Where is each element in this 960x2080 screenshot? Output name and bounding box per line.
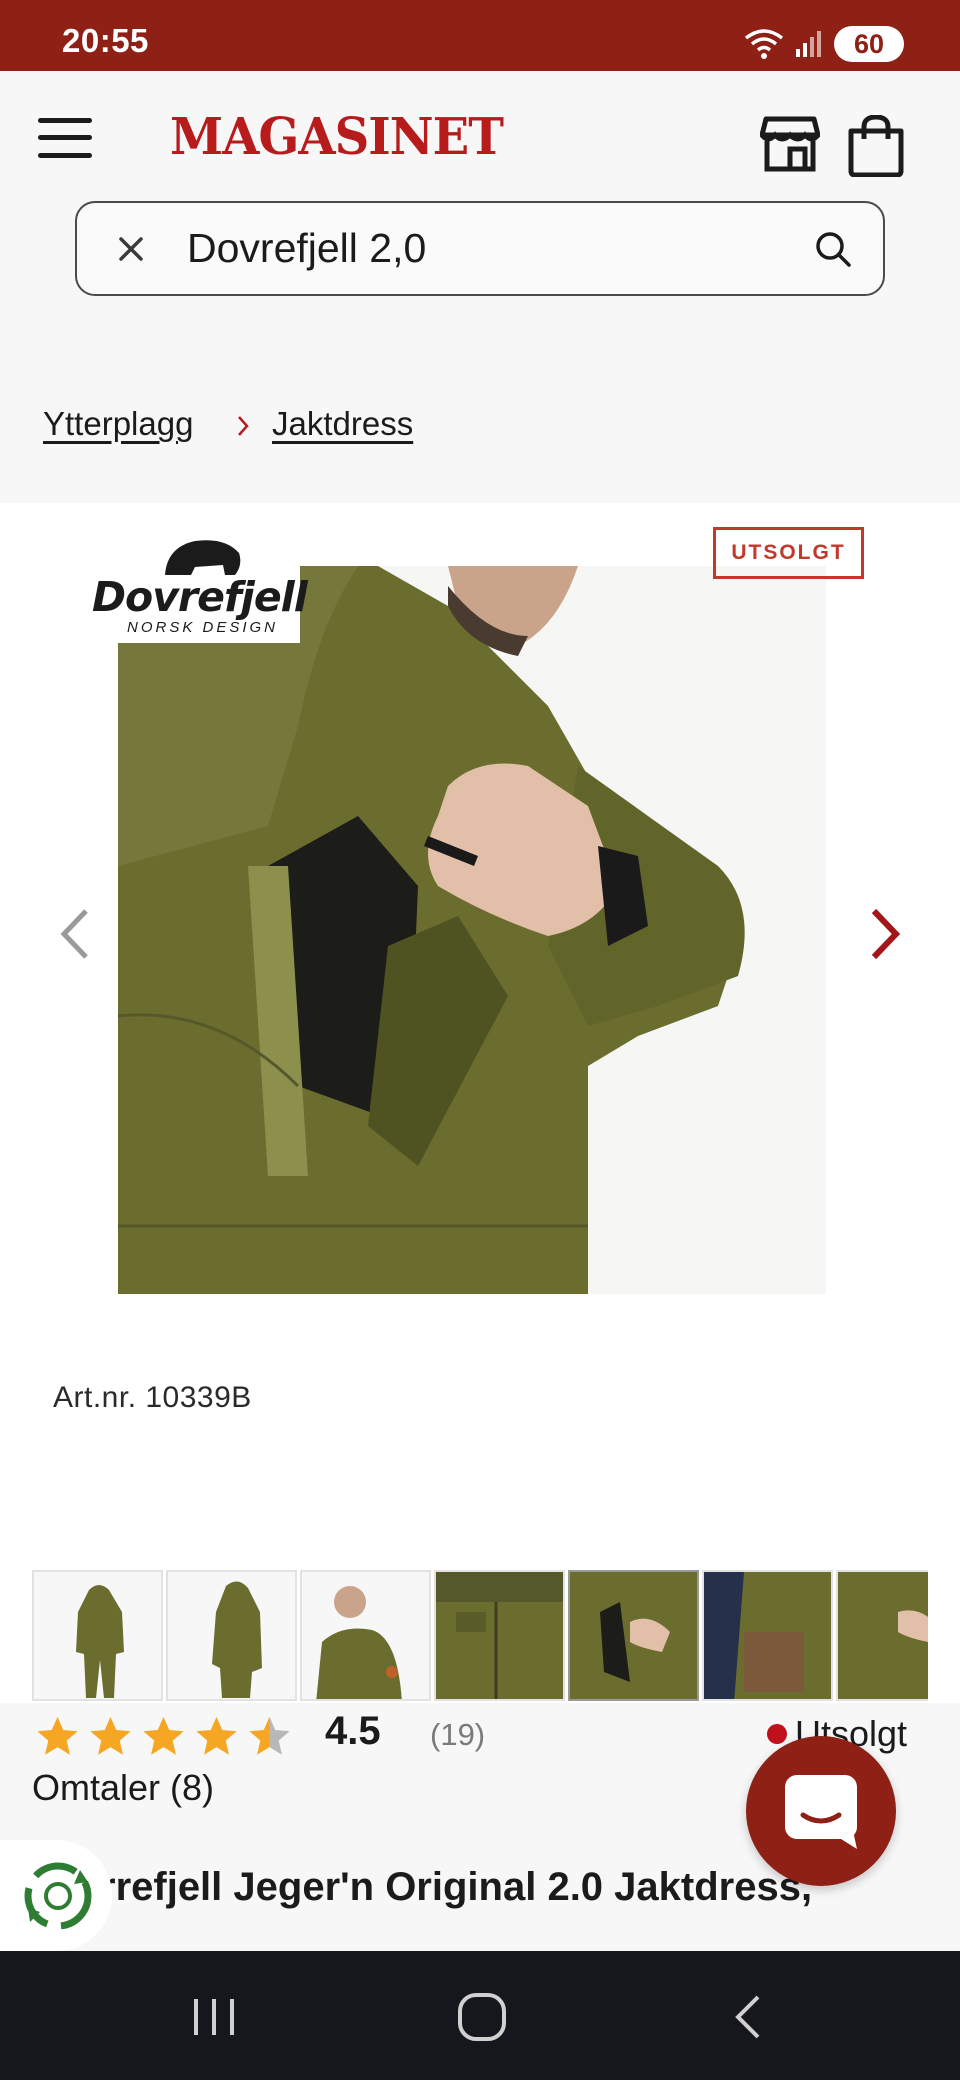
stock-dot <box>767 1724 787 1744</box>
site-header: MAGASINET Dovrefjell 2,0 <box>0 71 960 371</box>
rating-count[interactable]: (19) <box>430 1717 485 1753</box>
status-bar: 20:55 60 <box>0 0 960 71</box>
thumbnail[interactable] <box>32 1570 163 1701</box>
rating-value: 4.5 <box>325 1709 381 1753</box>
menu-icon[interactable] <box>38 116 92 160</box>
half-star-icon <box>249 1716 290 1755</box>
thumbnail[interactable] <box>836 1570 928 1701</box>
status-time: 20:55 <box>62 22 149 59</box>
search-icon[interactable] <box>813 229 853 269</box>
sold-out-badge: UTSOLGT <box>713 527 864 579</box>
chevron-left-icon[interactable] <box>52 903 96 965</box>
clear-icon[interactable] <box>113 231 149 267</box>
wifi-icon <box>744 29 784 59</box>
thumbnail[interactable] <box>434 1570 565 1701</box>
search-value[interactable]: Dovrefjell 2,0 <box>187 225 426 272</box>
recycle-icon <box>24 1862 92 1930</box>
thumbnail-strip <box>32 1570 928 1703</box>
brand-tagline: NORSK DESIGN <box>127 619 279 636</box>
brand-name: Dovrefjell <box>92 573 308 621</box>
shopping-bag-icon[interactable] <box>846 115 906 177</box>
jacket-illustration <box>118 566 826 1294</box>
signal-icon <box>796 31 821 57</box>
home-icon[interactable] <box>456 1991 508 2043</box>
chat-button[interactable] <box>746 1736 896 1886</box>
chevron-right-icon[interactable] <box>864 903 908 965</box>
back-icon[interactable] <box>724 1991 776 2043</box>
thumbnail[interactable] <box>166 1570 297 1701</box>
recent-apps-icon[interactable] <box>188 1991 240 2043</box>
breadcrumb: Ytterplagg Jaktdress <box>0 361 960 503</box>
product-image[interactable] <box>118 566 826 1294</box>
battery-level: 60 <box>853 28 885 59</box>
search-input[interactable]: Dovrefjell 2,0 <box>75 201 885 296</box>
chat-icon <box>785 1775 857 1849</box>
breadcrumb-link-ytterplagg[interactable]: Ytterplagg <box>43 405 193 443</box>
site-logo[interactable]: MAGASINET <box>170 108 504 167</box>
star-icon <box>37 1716 78 1755</box>
star-icon <box>196 1716 237 1755</box>
thumbnail[interactable] <box>300 1570 431 1701</box>
status-icons: 60 <box>744 26 904 62</box>
store-icon[interactable] <box>760 115 820 173</box>
battery-indicator: 60 <box>834 26 904 62</box>
star-icon <box>90 1716 131 1755</box>
system-nav-bar <box>0 1951 960 2080</box>
article-number: Art.nr. 10339B <box>53 1381 252 1414</box>
chevron-right-icon <box>238 416 249 436</box>
reviews-link[interactable]: Omtaler (8) <box>32 1767 214 1809</box>
brand-logo: Dovrefjell NORSK DESIGN <box>90 535 308 643</box>
rating-stars <box>34 1713 293 1759</box>
recycle-button[interactable] <box>0 1840 112 1951</box>
breadcrumb-link-jaktdress[interactable]: Jaktdress <box>272 405 413 443</box>
product-gallery: Dovrefjell NORSK DESIGN UTSOLGT Art.nr. … <box>0 503 960 1703</box>
star-icon <box>143 1716 184 1755</box>
thumbnail-active[interactable] <box>568 1570 699 1701</box>
thumbnail[interactable] <box>702 1570 833 1701</box>
